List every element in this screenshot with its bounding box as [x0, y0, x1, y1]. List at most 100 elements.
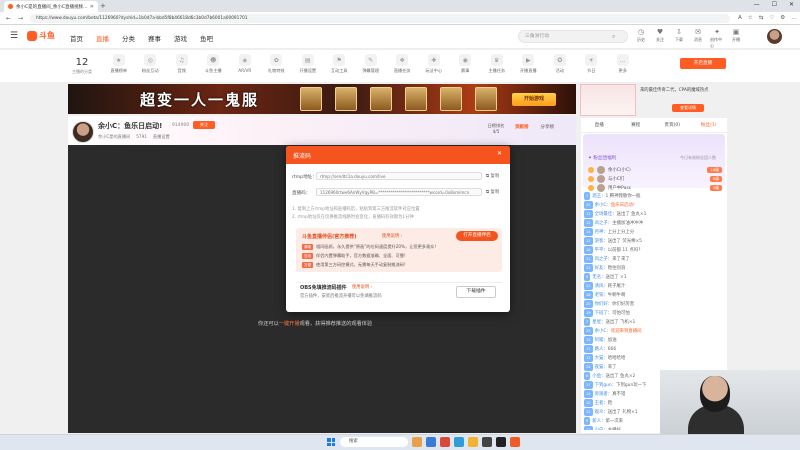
- category-item[interactable]: ◈ AR/VR: [229, 54, 261, 74]
- favorite-star-icon[interactable]: ☆: [748, 15, 753, 21]
- history-button[interactable]: ◷ 历史: [634, 28, 648, 49]
- follow-streamer-button[interactable]: 关注: [193, 121, 215, 129]
- category-item[interactable]: ✿ 礼物特效: [261, 54, 293, 74]
- messages-button[interactable]: ✉ 消息: [691, 28, 705, 49]
- chat-username[interactable]: 无名: [592, 275, 601, 280]
- start-live-button[interactable]: ▣ 开播: [729, 28, 743, 49]
- new-tab-button[interactable]: +: [100, 2, 106, 10]
- douyu-logo[interactable]: 斗鱼: [27, 30, 55, 41]
- stream-key-field[interactable]: 1126960rtwe6AnWyVqyPB=******************…: [316, 188, 482, 196]
- back-icon[interactable]: ←: [6, 15, 11, 22]
- category-item[interactable]: ◎ 粉丝互动: [135, 54, 167, 74]
- category-item[interactable]: ♫ 音频: [166, 54, 198, 74]
- daily-rank[interactable]: 日榜排名 4/5: [485, 123, 507, 139]
- room-settings[interactable]: 直播设置: [153, 134, 170, 140]
- fan-row[interactable]: 用户中Pass 3级: [588, 183, 722, 192]
- category-item[interactable]: ▶ 开播直播: [513, 54, 545, 74]
- side-ad-button[interactable]: 查看详情: [672, 104, 704, 112]
- fan-row[interactable]: 与小C们 6级: [588, 174, 722, 183]
- category-item[interactable]: ▤ 开播设置: [292, 54, 324, 74]
- nav-games[interactable]: 游戏: [174, 33, 187, 43]
- side-ad-image[interactable]: [580, 84, 636, 116]
- chat-username[interactable]: 旁观者: [595, 392, 608, 397]
- extensions-icon[interactable]: ⚙: [780, 15, 785, 21]
- tab-share[interactable]: 分享榜: [541, 124, 555, 130]
- taskbar-app-icon[interactable]: [482, 437, 492, 447]
- banner-play-button[interactable]: 开始游戏: [512, 93, 556, 106]
- streamer-avatar[interactable]: [72, 121, 94, 143]
- more-icon[interactable]: …: [791, 15, 797, 21]
- category-item[interactable]: ✚ 玩法中心: [418, 54, 450, 74]
- open-companion-button[interactable]: 打开直播伴侣: [456, 231, 498, 241]
- forward-icon[interactable]: →: [18, 15, 23, 22]
- user-avatar[interactable]: [767, 29, 782, 44]
- fan-row[interactable]: 余小C(小C) 10级: [588, 165, 722, 174]
- category-item[interactable]: ♛ 主播任务: [481, 54, 513, 74]
- category-item[interactable]: ✪ 活动: [544, 54, 576, 74]
- category-item[interactable]: ✎ 弹幕管理: [355, 54, 387, 74]
- category-item[interactable]: ☻ 斗鱼主播: [198, 54, 230, 74]
- tab-schedule[interactable]: 赛程: [618, 119, 655, 132]
- copy-key-button[interactable]: ⧉ 复制: [486, 189, 499, 195]
- search-icon[interactable]: ⌕: [612, 33, 615, 41]
- close-window-icon[interactable]: ✕: [789, 1, 794, 8]
- taskbar-app-icon[interactable]: [468, 437, 478, 447]
- nav-live[interactable]: 直播: [96, 33, 109, 43]
- follow-button[interactable]: ♥ 关注: [653, 28, 667, 49]
- category-item[interactable]: ❖ 直播任务: [387, 54, 419, 74]
- tab-live[interactable]: 直播: [581, 119, 618, 132]
- taskbar-app-icon[interactable]: [412, 437, 422, 447]
- chat-username[interactable]: 风之子: [595, 257, 608, 262]
- start-broadcast-button[interactable]: 开启直播: [680, 58, 726, 69]
- favorites-icon[interactable]: ♡: [769, 15, 774, 21]
- followed-categories[interactable]: 12 主播的分类: [68, 58, 96, 75]
- nav-fishbar[interactable]: 鱼吧: [200, 33, 213, 43]
- taskbar-app-icon[interactable]: [496, 437, 506, 447]
- download-plugin-button[interactable]: 下载插件: [456, 286, 496, 298]
- split-screen-icon[interactable]: ⇆: [759, 15, 764, 21]
- nav-category[interactable]: 分类: [122, 33, 135, 43]
- maximize-icon[interactable]: ☐: [772, 1, 777, 8]
- category-item[interactable]: … 更多: [607, 54, 639, 74]
- one-click-live-link[interactable]: 一键开播: [279, 321, 300, 327]
- chat-username[interactable]: 下班了: [595, 311, 608, 316]
- tab-vip[interactable]: 贵宾(0): [654, 119, 691, 132]
- chat-username[interactable]: 小鱼: [592, 374, 601, 379]
- category-item[interactable]: ★ 直播榜单: [103, 54, 135, 74]
- category-item[interactable]: ⚑ 互动工具: [324, 54, 356, 74]
- hamburger-menu-icon[interactable]: ☰: [10, 31, 18, 41]
- category-item[interactable]: ☀ 节日: [576, 54, 608, 74]
- nav-events[interactable]: 赛事: [148, 33, 161, 43]
- taskbar-app-icon[interactable]: [426, 437, 436, 447]
- dialog-close-icon[interactable]: ✕: [497, 150, 502, 157]
- chat-username[interactable]: 风之子: [595, 221, 608, 226]
- windows-start-icon[interactable]: [327, 438, 335, 446]
- browser-tab[interactable]: 余小C是的直播间_余小C直播视频... ✕: [4, 1, 98, 12]
- companion-help-link[interactable]: 使用说明 ›: [382, 233, 402, 239]
- rtmp-address-field[interactable]: rtmp://sendtc1a.douyu.com/live: [316, 172, 482, 180]
- nav-home[interactable]: 首页: [70, 33, 83, 43]
- taskbar-app-icon[interactable]: [454, 437, 464, 447]
- obs-help-link[interactable]: 使用说明 ›: [352, 284, 372, 290]
- read-aloud-icon[interactable]: A: [738, 15, 742, 21]
- chat-username[interactable]: 新人: [592, 419, 601, 424]
- tab-contribution[interactable]: 贡献榜: [515, 124, 529, 130]
- room-owner[interactable]: 余小C是的直播间: [98, 134, 130, 140]
- tab-fans[interactable]: 粉丝(1): [691, 119, 728, 132]
- chat-username[interactable]: 下到gun: [595, 383, 612, 388]
- chat-username[interactable]: 全场最佳: [595, 212, 613, 217]
- chat-username[interactable]: 星星: [592, 320, 601, 325]
- taskbar-app-icon[interactable]: [440, 437, 450, 447]
- copy-rtmp-button[interactable]: ⧉ 复制: [486, 173, 499, 179]
- download-button[interactable]: ⇩ 下载: [672, 28, 686, 49]
- chat-username[interactable]: 余小C: [595, 203, 607, 208]
- minimize-icon[interactable]: —: [754, 1, 760, 8]
- creator-center-button[interactable]: ✦ 创作中心: [710, 28, 724, 49]
- chat-username[interactable]: 余小C: [595, 329, 607, 334]
- url-field[interactable]: https://www.douyu.com/beta/1126960?dyshi…: [30, 14, 730, 23]
- chat-username[interactable]: 酒王: [592, 194, 601, 199]
- tab-close-icon[interactable]: ✕: [90, 4, 94, 10]
- taskbar-search[interactable]: 搜索: [340, 437, 408, 447]
- taskbar-app-icon[interactable]: [510, 437, 520, 447]
- category-item[interactable]: ◉ 赛事: [450, 54, 482, 74]
